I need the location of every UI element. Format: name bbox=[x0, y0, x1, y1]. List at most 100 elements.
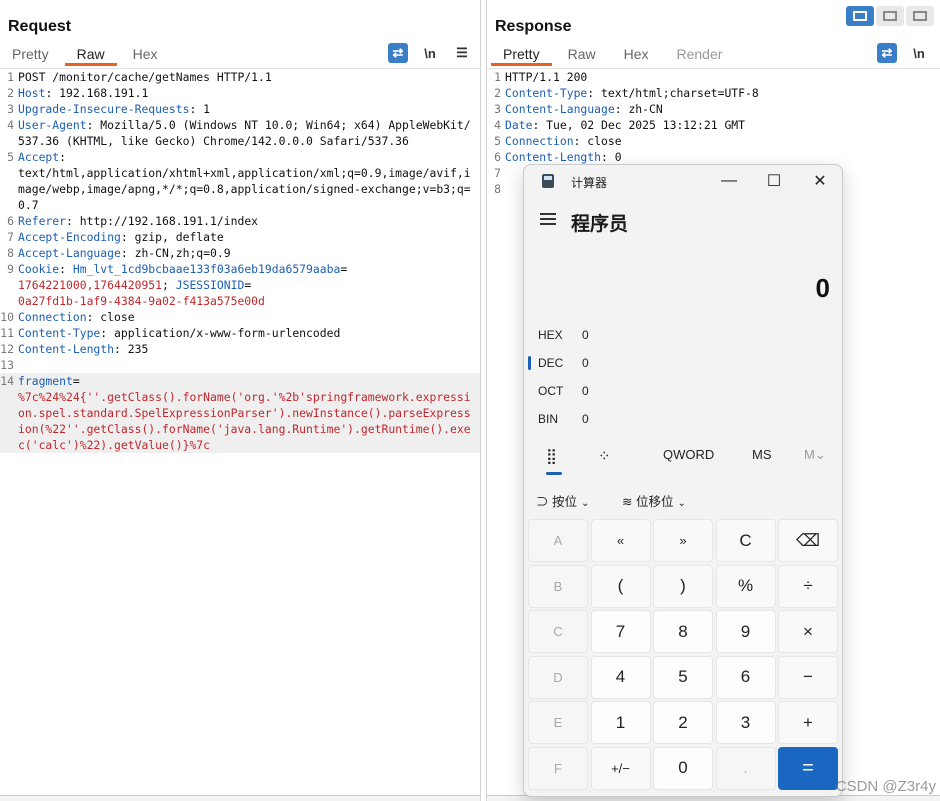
key-button[interactable]: + bbox=[778, 701, 838, 744]
radix-active-indicator bbox=[528, 356, 531, 370]
key-button[interactable]: 1 bbox=[590, 701, 651, 744]
line-number: 8 bbox=[7, 246, 14, 260]
line-number: 3 bbox=[7, 102, 14, 116]
key-button[interactable]: A bbox=[528, 519, 588, 562]
radix-value: 0 bbox=[582, 328, 589, 342]
line-number: 3 bbox=[494, 102, 501, 116]
response-tabs: Pretty Raw Hex Render bbox=[491, 44, 722, 66]
key-button[interactable]: 4 bbox=[590, 655, 651, 699]
code-line: 2 Content-Type: text/html;charset=UTF-8 bbox=[487, 85, 940, 101]
tab-raw[interactable]: Raw bbox=[64, 44, 117, 66]
layout-tabs-icon[interactable] bbox=[906, 6, 934, 26]
memory-view-button[interactable]: M⌄ bbox=[804, 447, 826, 463]
key-button[interactable]: F bbox=[528, 746, 588, 790]
key-button[interactable]: C bbox=[715, 519, 776, 562]
key-button[interactable]: D bbox=[528, 655, 588, 699]
key-button[interactable]: 8 bbox=[653, 610, 713, 653]
line-number: 10 bbox=[0, 310, 14, 324]
tab-hex[interactable]: Hex bbox=[624, 44, 649, 66]
line-text: fragment= %7c%24%24{''.getClass().forNam… bbox=[18, 373, 480, 453]
watermark: CSDN @Z3r4y bbox=[835, 778, 936, 795]
layout-toggle bbox=[846, 6, 934, 26]
line-text: Accept-Language: zh-CN,zh;q=0.9 bbox=[18, 245, 480, 261]
pretty-print-icon[interactable]: ⇄ bbox=[388, 43, 408, 63]
close-button[interactable]: ✕ bbox=[803, 169, 837, 193]
tab-raw[interactable]: Raw bbox=[568, 44, 596, 66]
code-token: Content-Language bbox=[505, 102, 615, 116]
key-button[interactable]: ) bbox=[653, 564, 713, 608]
key-button[interactable]: − bbox=[778, 655, 838, 699]
radix-row-bin[interactable]: BIN 0 bbox=[524, 405, 842, 433]
code-token: : Tue, 02 Dec 2025 13:12:21 GMT bbox=[532, 118, 746, 132]
chevron-down-icon: ⌄ bbox=[581, 498, 590, 509]
bitwise-dropdown[interactable]: ⊃ 按位 ⌄ bbox=[536, 491, 589, 510]
key-button[interactable]: 6 bbox=[715, 655, 776, 699]
line-number: 14 bbox=[0, 374, 14, 388]
key-button[interactable]: . bbox=[715, 746, 776, 790]
key-button[interactable]: 2 bbox=[653, 701, 713, 744]
bitwise-label: 按位 bbox=[552, 495, 578, 509]
line-text: Connection: close bbox=[18, 309, 480, 325]
tab-pretty[interactable]: Pretty bbox=[12, 44, 49, 66]
key-button[interactable]: « bbox=[590, 519, 651, 562]
bit-toggle-icon[interactable]: ⁘ bbox=[598, 447, 611, 465]
radix-row-hex[interactable]: HEX 0 bbox=[524, 321, 842, 349]
key-button[interactable]: 0 bbox=[653, 746, 713, 790]
memory-store-button[interactable]: MS bbox=[752, 447, 772, 462]
key-button[interactable]: ÷ bbox=[778, 564, 838, 608]
code-token: : bbox=[59, 262, 73, 276]
line-text: Accept: text/html,application/xhtml+xml,… bbox=[18, 149, 480, 213]
layout-stacked-icon[interactable] bbox=[876, 6, 904, 26]
calculator-display: 0 bbox=[815, 273, 830, 303]
code-line: 3 Upgrade-Insecure-Requests: 1 bbox=[0, 101, 480, 117]
radix-row-dec[interactable]: DEC 0 bbox=[524, 349, 842, 377]
menu-icon[interactable]: ☰ bbox=[452, 43, 472, 63]
radix-name: HEX bbox=[538, 328, 563, 342]
key-button[interactable]: × bbox=[778, 610, 838, 653]
tab-render[interactable]: Render bbox=[677, 44, 723, 66]
key-button[interactable]: 3 bbox=[715, 701, 776, 744]
navigation-menu-icon[interactable] bbox=[540, 213, 556, 225]
code-token: Host bbox=[18, 86, 46, 100]
code-token: 1764221000,1764420951 bbox=[18, 278, 163, 292]
key-button[interactable]: ⌫ bbox=[778, 519, 838, 562]
key-button[interactable]: E bbox=[528, 701, 588, 744]
request-editor[interactable]: 1 POST /monitor/cache/getNames HTTP/1.1 2 H… bbox=[0, 68, 480, 801]
code-token: Content-Type bbox=[505, 86, 588, 100]
code-token: Connection bbox=[505, 134, 574, 148]
pretty-print-icon[interactable]: ⇄ bbox=[877, 43, 897, 63]
key-button[interactable]: 5 bbox=[653, 655, 713, 699]
line-number: 5 bbox=[7, 150, 14, 164]
code-token: : close bbox=[573, 134, 622, 148]
calculator-modebar: ⣿ ⁘ QWORD MS M⌄ bbox=[524, 441, 842, 475]
keypad-icon[interactable]: ⣿ bbox=[546, 447, 557, 465]
newline-toggle-icon[interactable]: \n bbox=[420, 43, 440, 63]
key-button[interactable]: 9 bbox=[715, 610, 776, 653]
request-search-bar bbox=[0, 795, 480, 801]
minimize-button[interactable]: — bbox=[712, 169, 746, 193]
key-button[interactable]: % bbox=[715, 564, 776, 608]
bit-shift-dropdown[interactable]: ≋ 位移位 ⌄ bbox=[622, 491, 686, 510]
line-text: Content-Type: application/x-www-form-url… bbox=[18, 325, 480, 341]
key-button[interactable]: = bbox=[778, 746, 838, 790]
key-button[interactable]: +/− bbox=[590, 746, 651, 790]
tab-pretty[interactable]: Pretty bbox=[491, 44, 552, 66]
code-token: = bbox=[72, 374, 80, 388]
tab-hex[interactable]: Hex bbox=[133, 44, 158, 66]
radix-row-oct[interactable]: OCT 0 bbox=[524, 377, 842, 405]
code-token: : zh-CN,zh;q=0.9 bbox=[120, 246, 231, 260]
newline-toggle-icon[interactable]: \n bbox=[909, 43, 929, 63]
key-button[interactable]: C bbox=[528, 610, 588, 653]
line-text: Upgrade-Insecure-Requests: 1 bbox=[18, 101, 480, 117]
code-line: 8 Accept-Language: zh-CN,zh;q=0.9 bbox=[0, 245, 480, 261]
line-number: 7 bbox=[494, 166, 501, 180]
word-size-button[interactable]: QWORD bbox=[663, 447, 714, 462]
layout-side-by-side-icon[interactable] bbox=[846, 6, 874, 26]
key-button[interactable]: ( bbox=[590, 564, 651, 608]
maximize-button[interactable]: ☐ bbox=[757, 169, 791, 193]
calculator-titlebar[interactable]: 计算器 — ☐ ✕ bbox=[524, 165, 842, 197]
key-button[interactable]: » bbox=[653, 519, 713, 562]
code-line: 10 Connection: close bbox=[0, 309, 480, 325]
key-button[interactable]: B bbox=[528, 564, 588, 608]
key-button[interactable]: 7 bbox=[590, 610, 651, 653]
